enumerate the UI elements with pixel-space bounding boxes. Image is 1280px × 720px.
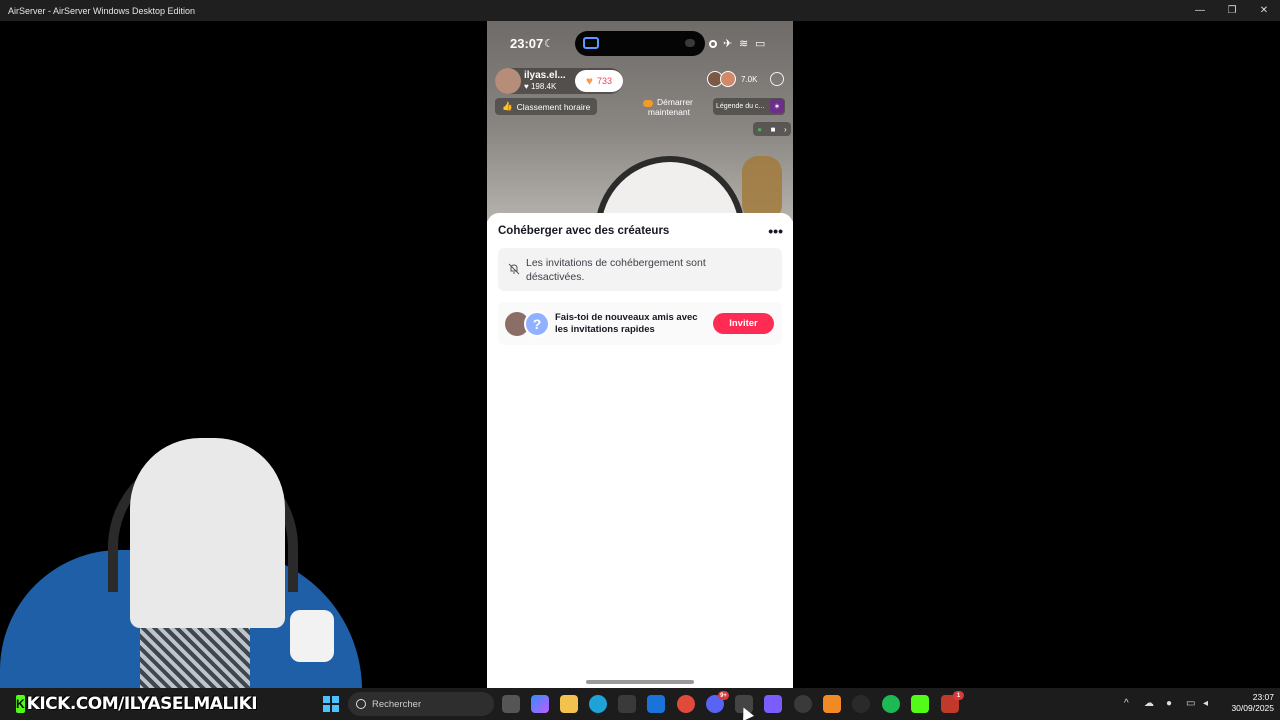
wifi-icon: ≋ (739, 38, 749, 50)
search-placeholder: Rechercher (372, 698, 422, 710)
legend-badge[interactable]: Légende du c... ✶ (713, 98, 785, 115)
quick-invite-text: Fais-toi de nouveaux amis avec les invit… (555, 312, 698, 335)
clock-date: 30/09/2025 (1231, 703, 1274, 713)
airserver-badge: 1 (953, 691, 964, 700)
home-indicator[interactable] (586, 680, 694, 684)
viewer-list[interactable]: 7.0K (707, 71, 767, 91)
microphone-icon[interactable]: ● (1166, 698, 1172, 709)
follow-button[interactable]: ♥ 733 (575, 70, 623, 92)
sheet-title: Cohéberger avec des créateurs (498, 225, 670, 237)
steam-icon[interactable] (794, 695, 812, 713)
host-likes: ♥ 198.4K (524, 82, 557, 91)
legend-label: Légende du c... (716, 103, 765, 110)
heart-icon: ♥ (585, 74, 594, 88)
phone-time: 23:07 (510, 36, 544, 51)
cohost-notice: Les invitations de cohébergement sont dé… (498, 248, 782, 291)
kick-app-icon[interactable] (911, 695, 929, 713)
cloud-icon[interactable]: ☁ (1144, 698, 1154, 709)
host-avatar[interactable] (495, 68, 521, 94)
hourly-ranking-badge[interactable]: 👍 Classement horaire (495, 98, 598, 115)
live-video-lamp (742, 156, 782, 221)
camera-controls[interactable]: ● ■ › (753, 122, 791, 136)
thumbs-up-icon: 👍 (502, 101, 513, 111)
kick-overlay: K KICK.COM/ILYASELMALIKI (16, 693, 258, 715)
power-icon[interactable] (770, 72, 784, 86)
maximize-button[interactable]: ❐ (1216, 0, 1248, 21)
start-now-button[interactable]: Démarrer maintenant (643, 97, 693, 117)
webcam-badge (290, 610, 334, 662)
file-explorer-icon[interactable] (560, 695, 578, 713)
battery-icon: ▭ (755, 38, 766, 50)
chrome-icon[interactable] (677, 695, 695, 713)
clock-time: 23:07 (1252, 692, 1274, 702)
desktop: AirServer - AirServer Windows Desktop Ed… (0, 0, 1280, 720)
close-button[interactable]: ✕ (1248, 0, 1280, 21)
webcam-feed (0, 420, 362, 688)
quick-invite-row: ? Fais-toi de nouveaux amis avec les inv… (498, 302, 782, 345)
cohost-notice-text: Les invitations de cohébergement sont dé… (526, 257, 706, 283)
store-icon[interactable] (618, 695, 636, 713)
gamepad-icon[interactable] (764, 695, 782, 713)
webcam-cap (130, 438, 285, 628)
cohost-sheet: Cohéberger avec des créateurs ••• Les in… (487, 213, 793, 688)
obs-icon[interactable] (852, 695, 870, 713)
window-titlebar: AirServer - AirServer Windows Desktop Ed… (0, 0, 1280, 21)
camera-icon: ■ (770, 124, 776, 134)
host-name: ilyas.el... (524, 70, 566, 81)
discord-icon[interactable]: 9+ (706, 691, 729, 713)
taskbar-clock[interactable]: 23:07 30/09/2025 (1222, 692, 1274, 714)
viewer-count: 7.0K (741, 75, 758, 84)
record-indicator-icon (709, 40, 717, 48)
edge-icon[interactable] (589, 695, 607, 713)
task-view-icon[interactable] (502, 695, 520, 713)
outlook-icon[interactable] (647, 695, 665, 713)
chevron-up-icon[interactable]: ^ (1124, 698, 1129, 709)
airserver-icon[interactable]: 1 (941, 691, 964, 713)
kick-url: KICK.COM/ILYASELMALIKI (26, 694, 258, 714)
volume-icon[interactable]: ◂ (1203, 698, 1208, 709)
windows-taskbar: K KICK.COM/ILYASELMALIKI Rechercher 9+ 1… (0, 688, 1280, 720)
start-button-icon[interactable] (323, 696, 339, 712)
moon-icon: ☾ (544, 38, 554, 50)
question-avatar-icon: ? (524, 311, 550, 337)
flame-icon (643, 100, 653, 107)
spotify-icon[interactable] (882, 695, 900, 713)
window-title: AirServer - AirServer Windows Desktop Ed… (8, 5, 196, 16)
live-video-cap (595, 156, 745, 221)
camera-icon (685, 39, 695, 47)
vlc-icon[interactable] (823, 695, 841, 713)
more-options-icon[interactable]: ••• (768, 223, 783, 239)
search-icon (356, 699, 366, 709)
phone-status-bar: 23:07 ☾ ✈ ≋ ▭ (487, 31, 793, 57)
minimize-button[interactable]: — (1184, 0, 1216, 21)
screen-mirror-icon (583, 37, 599, 49)
phone-screen: 23:07 ☾ ✈ ≋ ▭ ilyas.el... ♥ 198.4K ♥ 733 (487, 21, 793, 688)
hourly-ranking-label: Classement horaire (516, 101, 591, 112)
airplane-icon: ✈ (723, 38, 733, 50)
network-icon[interactable]: ▭ (1186, 698, 1195, 709)
live-video: 23:07 ☾ ✈ ≋ ▭ ilyas.el... ♥ 198.4K ♥ 733 (487, 21, 793, 221)
copilot-icon[interactable] (531, 695, 549, 713)
bell-off-icon (508, 263, 520, 275)
kick-logo-icon: K (16, 695, 25, 713)
follow-count: 733 (597, 76, 613, 86)
green-dot-icon: ● (757, 124, 763, 134)
taskbar-search[interactable]: Rechercher (348, 692, 494, 716)
chevron-right-icon: › (784, 124, 787, 134)
start-now-line2: maintenant (647, 107, 690, 117)
viewer-avatar[interactable] (720, 71, 736, 87)
star-icon: ✶ (770, 99, 784, 113)
discord-badge: 9+ (718, 691, 729, 700)
invite-button[interactable]: Inviter (713, 313, 774, 334)
dynamic-island (575, 31, 705, 56)
